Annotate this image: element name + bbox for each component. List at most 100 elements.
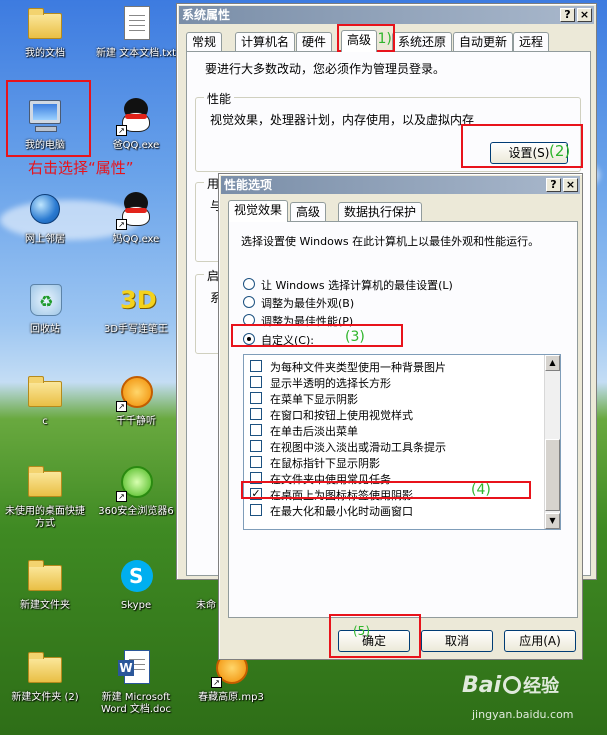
desktop-icon-label: 新建 文本文档.txt (95, 48, 177, 59)
radio-label: 调整为最佳外观(B) (261, 297, 355, 310)
dialog-title: 性能选项 (224, 178, 273, 192)
skype-icon: S (116, 556, 156, 596)
tab-general[interactable]: 常规 (186, 32, 223, 52)
performance-description: 视觉效果，处理器计划，内存使用，以及虚拟内存 (210, 113, 475, 127)
checkbox[interactable] (250, 424, 262, 436)
desktop-icon-360-browser[interactable]: ↗ 360安全浏览器6 (93, 462, 179, 518)
radio-button[interactable] (243, 296, 255, 308)
desktop-icon-new-folder[interactable]: 新建文件夹 (2, 556, 88, 612)
shortcut-arrow-icon: ↗ (116, 219, 127, 230)
desktop-icon-label: 新建 Microsoft Word 文档.doc (100, 692, 172, 715)
admin-note: 要进行大多数改动，您必须作为管理员登录。 (205, 62, 446, 76)
desktop-icon-unused-shortcuts[interactable]: 未使用的桌面快捷方式 (2, 462, 88, 530)
scroll-thumb[interactable] (545, 439, 560, 511)
qq-icon: ↗ (116, 96, 156, 136)
performance-options-titlebar[interactable]: 性能选项 ? × (221, 176, 580, 194)
tab-system-restore[interactable]: 系统还原 (392, 32, 453, 52)
desktop-icon-label: 新建文件夹 (2) (11, 692, 79, 703)
visual-effects-panel: 选择设置使 Windows 在此计算机上以最佳外观和性能运行。 让 Window… (228, 221, 578, 618)
radio-button[interactable] (243, 278, 255, 290)
tab-automatic-updates[interactable]: 自动更新 (453, 32, 514, 52)
checkbox[interactable] (250, 360, 262, 372)
word-document-icon: W (116, 648, 156, 688)
close-button[interactable]: × (563, 178, 578, 192)
shortcut-arrow-icon: ↗ (116, 125, 127, 136)
desktop-icon-new-text-document[interactable]: 新建 文本文档.txt (93, 4, 179, 60)
apply-button[interactable]: 应用(A) (504, 630, 576, 652)
watermark-url: jingyan.baidu.com (472, 708, 574, 721)
checkbox[interactable] (250, 504, 262, 516)
radio-let-windows-choose[interactable]: 让 Windows 选择计算机的最佳设置(L) (243, 276, 553, 292)
desktop-icon-3d-handwriting[interactable]: 3D 3D手写连笔王 (93, 280, 179, 336)
tab-computer-name[interactable]: 计算机名 (235, 32, 296, 52)
checkbox[interactable] (250, 392, 262, 404)
desktop-icon-label: 未使用的桌面快捷方式 (5, 506, 85, 529)
3d-handwriting-icon: 3D (120, 286, 157, 314)
visual-effect-label: 显示半透明的选择长方形 (270, 377, 391, 390)
tab-advanced-perf[interactable]: 高级 (290, 202, 327, 222)
annotation-box-custom (231, 324, 403, 347)
annotation-step-4: (4) (471, 482, 491, 498)
desktop-icon-label: 千千静听 (116, 416, 156, 427)
annotation-step-2: (2) (549, 142, 571, 160)
folder-icon (25, 462, 65, 502)
shortcut-arrow-icon: ↗ (116, 401, 127, 412)
desktop-icon-label: 妈QQ.exe (112, 234, 160, 245)
annotation-step-3: (3) (345, 329, 365, 345)
desktop-icon-dad-qq[interactable]: ↗ 爸QQ.exe (93, 96, 179, 152)
annotation-right-click-hint: 右击选择“属性” (28, 159, 134, 177)
tab-visual-effects[interactable]: 视觉效果 (228, 200, 289, 222)
desktop-icon-mom-qq[interactable]: ↗ 妈QQ.exe (93, 190, 179, 246)
help-button[interactable]: ? (560, 8, 575, 22)
desktop-icon-label: 360安全浏览器6 (98, 506, 174, 517)
desktop-icon-label: 3D手写连笔王 (103, 324, 169, 335)
cancel-button[interactable]: 取消 (421, 630, 493, 652)
list-scrollbar[interactable]: ▲ ▼ (544, 355, 560, 529)
shortcut-arrow-icon: ↗ (116, 491, 127, 502)
folder-icon (25, 4, 65, 44)
desktop-icon-my-documents[interactable]: 我的文档 (2, 4, 88, 60)
desktop-icon-label: 新建文件夹 (20, 600, 70, 611)
tab-data-execution-prevention[interactable]: 数据执行保护 (338, 202, 423, 222)
watermark-brand-text: Bai (462, 673, 502, 698)
network-globe-icon (25, 190, 65, 230)
text-document-icon (116, 4, 156, 44)
visual-effects-list[interactable]: 为每种文件夹类型使用一种背景图片 显示半透明的选择长方形 在菜单下显示阴影 在窗口和按… (243, 354, 561, 530)
window-title: 系统属性 (182, 8, 231, 22)
radio-best-appearance[interactable]: 调整为最佳外观(B) (243, 294, 553, 310)
visual-effect-label: 在窗口和按钮上使用视觉样式 (270, 409, 413, 422)
qq-icon: ↗ (116, 190, 156, 230)
desktop-icon-word-document[interactable]: W 新建 Microsoft Word 文档.doc (93, 648, 179, 716)
annotation-step-5: (5) (353, 624, 370, 638)
checkbox[interactable] (250, 376, 262, 388)
performance-group-label: 性能 (204, 90, 235, 107)
help-button[interactable]: ? (546, 178, 561, 192)
visual-effect-label: 在视图中淡入淡出或滑动工具条提示 (270, 441, 446, 454)
tab-hardware[interactable]: 硬件 (296, 32, 333, 52)
folder-icon (25, 372, 65, 412)
folder-icon (25, 648, 65, 688)
scroll-up-arrow-icon[interactable]: ▲ (545, 355, 560, 371)
desktop-icon-skype[interactable]: S Skype (93, 556, 179, 612)
desktop-icon-label: 爸QQ.exe (112, 140, 160, 151)
desktop-icon-network[interactable]: 网上邻居 (2, 190, 88, 246)
folder-icon (25, 556, 65, 596)
checkbox[interactable] (250, 456, 262, 468)
desktop-icon-new-folder-2[interactable]: 新建文件夹 (2) (2, 648, 88, 704)
scroll-down-arrow-icon[interactable]: ▼ (545, 513, 560, 529)
tab-remote[interactable]: 远程 (513, 32, 550, 52)
tab-advanced[interactable]: 高级 (341, 30, 378, 52)
desktop-icon-recycle-bin[interactable]: ♻ 回收站 (2, 280, 88, 336)
desktop-icon-ttplayer[interactable]: ↗ 千千静听 (93, 372, 179, 428)
desktop-icon-folder-c[interactable]: c (2, 372, 88, 428)
radio-label: 让 Windows 选择计算机的最佳设置(L) (261, 279, 453, 292)
shortcut-arrow-icon: ↗ (211, 677, 222, 688)
system-properties-titlebar[interactable]: 系统属性 ? × (179, 6, 594, 24)
checkbox[interactable] (250, 440, 262, 452)
performance-options-window: 性能选项 ? × 视觉效果 高级 数据执行保护 选择设置使 Windows 在此… (218, 173, 583, 660)
close-button[interactable]: × (577, 8, 592, 22)
checkbox[interactable] (250, 408, 262, 420)
annotation-box-ok (329, 614, 421, 658)
desktop-icon-label: 春藏高原.mp3 (198, 692, 264, 703)
visual-effect-label: 在鼠标指针下显示阴影 (270, 457, 380, 470)
